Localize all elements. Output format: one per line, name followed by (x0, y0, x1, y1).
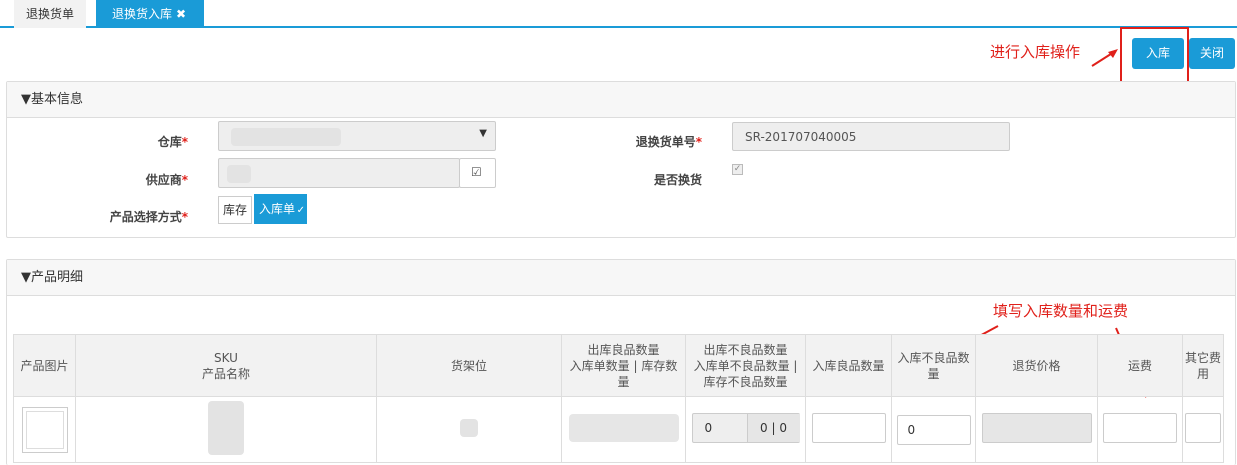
col-in-bad: 入库不良品数量 (891, 334, 976, 397)
out-bad-cell: 0 0 | 0 (685, 396, 806, 463)
col-in-good: 入库良品数量 (805, 334, 892, 397)
in-bad-input[interactable]: 0 (896, 414, 971, 445)
warehouse-label: 仓库* (157, 135, 188, 149)
table-header-row: 产品图片 SKU 产品名称 货架位 出库良品数量 入库单数量 | 库存数量 出库不良… (13, 334, 1224, 397)
close-button[interactable]: 关闭 (1189, 38, 1235, 69)
col-shelf: 货架位 (376, 334, 562, 397)
col-other-fee: 其它费用 (1182, 334, 1224, 397)
basic-info-header[interactable]: ▼基本信息 (7, 82, 1235, 118)
caret-down-icon: ▼ (21, 270, 31, 285)
inbound-button[interactable]: 入库 (1132, 38, 1184, 69)
caret-down-icon: ▼ (21, 92, 31, 107)
tab-return-inbound-label: 退换货入库 (112, 7, 173, 21)
shipping-input[interactable] (1103, 413, 1177, 443)
out-good-cell (561, 396, 686, 463)
col-image: 产品图片 (13, 334, 76, 397)
col-return-price: 退货价格 (975, 334, 1098, 397)
return-no-field[interactable]: SR-201707040005 (732, 122, 1010, 151)
sku-cell (75, 396, 377, 463)
in-good-cell (805, 396, 892, 463)
warehouse-select[interactable]: ▼ (218, 121, 496, 151)
table-row: 0 0 | 0 0 (13, 396, 1224, 463)
out-bad-value: 0 (704, 421, 713, 435)
basic-info-title: 基本信息 (31, 92, 84, 107)
check-icon: ✓ (296, 205, 305, 216)
supplier-label: 供应商* (145, 173, 188, 187)
tab-return-order[interactable]: 退换货单 (14, 0, 87, 28)
col-sku: SKU 产品名称 (75, 334, 377, 397)
mode-label: 产品选择方式* (109, 210, 188, 224)
sku-redacted (208, 401, 244, 455)
close-icon[interactable]: ✖ (176, 7, 186, 21)
col-shipping: 运费 (1097, 334, 1183, 397)
out-good-redacted (568, 414, 679, 442)
shipping-cell (1097, 396, 1183, 463)
product-detail-header[interactable]: ▼产品明细 (7, 260, 1235, 296)
mode-option-inbound[interactable]: 入库单 ✓ (254, 194, 307, 224)
tab-return-inbound[interactable]: 退换货入库 ✖ (96, 0, 204, 28)
dropdown-arrow-icon: ▼ (479, 128, 487, 139)
supplier-field[interactable] (218, 158, 460, 188)
mode-option-inbound-label: 入库单 (259, 202, 296, 216)
shelf-cell (376, 396, 562, 463)
out-bad-stock: 0 | 0 (746, 414, 800, 442)
tab-bar: 退换货单 退换货入库 ✖ (0, 0, 1237, 28)
return-no-label: 退换货单号* (635, 135, 702, 149)
product-table: 产品图片 SKU 产品名称 货架位 出库良品数量 入库单数量 | 库存数量 出库不良… (13, 334, 1224, 463)
other-fee-input[interactable] (1185, 413, 1221, 443)
mode-option-stock[interactable]: 库存 (218, 196, 252, 224)
shelf-redacted (460, 419, 478, 437)
return-price-input[interactable] (981, 413, 1092, 443)
col-out-bad: 出库不良品数量 入库单不良品数量 | 库存不良品数量 (685, 334, 806, 397)
product-detail-title: 产品明细 (31, 270, 84, 285)
supplier-picker-button[interactable]: ☑ (459, 158, 496, 188)
return-price-cell (975, 396, 1098, 463)
product-image-placeholder[interactable] (21, 406, 68, 453)
out-bad-group: 0 0 | 0 (691, 413, 800, 443)
annotation-arrow-icon (1091, 49, 1118, 67)
exchange-label: 是否换货 (653, 173, 702, 187)
exchange-checkbox[interactable]: ✓ (732, 164, 743, 175)
basic-info-panel: ▼基本信息 (6, 81, 1236, 238)
in-bad-cell: 0 (891, 396, 976, 463)
col-out-good: 出库良品数量 入库单数量 | 库存数量 (561, 334, 686, 397)
return-no-value: SR-201707040005 (745, 130, 857, 144)
other-fee-cell (1182, 396, 1224, 463)
image-cell (13, 396, 76, 463)
annotation-inbound: 进行入库操作 (990, 43, 1081, 61)
edit-icon: ☑ (471, 165, 482, 179)
in-good-input[interactable] (811, 413, 886, 443)
